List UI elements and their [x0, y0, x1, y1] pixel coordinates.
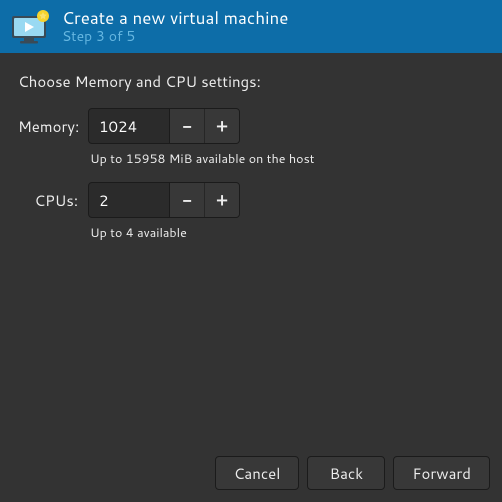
cpus-decrement-button[interactable]: −	[169, 183, 204, 217]
cpus-spinbutton[interactable]: − +	[88, 182, 240, 218]
cpus-input[interactable]	[89, 183, 169, 217]
cpus-increment-button[interactable]: +	[204, 183, 239, 217]
back-button[interactable]: Back	[307, 456, 385, 490]
wizard-footer: Cancel Back Forward	[0, 444, 502, 502]
memory-decrement-button[interactable]: −	[169, 109, 204, 143]
header-text: Create a new virtual machine Step 3 of 5	[62, 8, 288, 45]
cpus-label: CPUs:	[18, 190, 80, 211]
memory-hint: Up to 15958 MiB available on the host	[88, 148, 484, 178]
forward-button[interactable]: Forward	[393, 456, 490, 490]
memory-cpu-form: Memory: − + Up to 15958 MiB available on…	[18, 108, 484, 252]
vm-monitor-icon	[10, 10, 50, 44]
memory-increment-button[interactable]: +	[204, 109, 239, 143]
memory-input[interactable]	[89, 109, 169, 143]
section-heading: Choose Memory and CPU settings:	[18, 71, 484, 92]
wizard-header: Create a new virtual machine Step 3 of 5	[0, 0, 502, 53]
cpus-hint: Up to 4 available	[88, 222, 484, 252]
memory-label: Memory:	[18, 116, 80, 137]
memory-spinbutton[interactable]: − +	[88, 108, 240, 144]
cancel-button[interactable]: Cancel	[215, 456, 300, 490]
vm-wizard-window: Create a new virtual machine Step 3 of 5…	[0, 0, 502, 502]
wizard-step: Step 3 of 5	[62, 28, 288, 45]
wizard-body: Choose Memory and CPU settings: Memory: …	[0, 53, 502, 444]
wizard-title: Create a new virtual machine	[62, 8, 288, 28]
